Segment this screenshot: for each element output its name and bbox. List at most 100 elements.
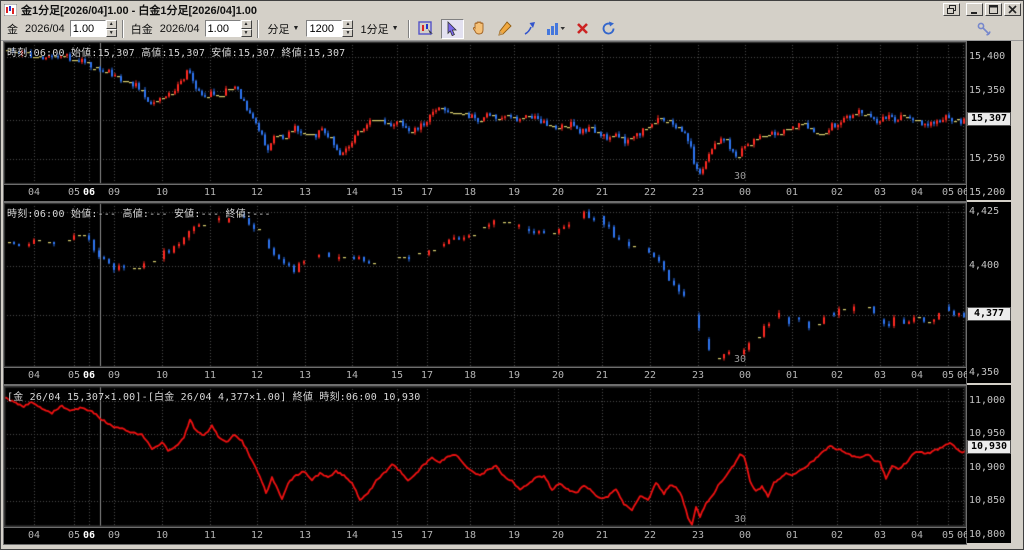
pencil-icon — [497, 21, 512, 36]
current-price-badge: 15,307 — [967, 112, 1011, 127]
time-tick-label: 12 — [251, 370, 264, 381]
price-tick-label: 10,800 — [969, 529, 1006, 541]
delete-object-button[interactable] — [570, 18, 594, 39]
time-tick-label: 10 — [156, 530, 169, 541]
gold-multiplier-stepper: ▲▼ — [69, 20, 117, 37]
interval-dropdown[interactable]: 分足 ▼ — [264, 20, 304, 38]
platinum-multiplier-up[interactable]: ▲ — [240, 20, 252, 29]
time-tick-label: 02 — [831, 370, 844, 381]
time-tick-label: 11 — [204, 530, 217, 541]
gold-contract-month: 2026/04 — [25, 22, 65, 35]
time-tick-label: 04 — [911, 187, 924, 198]
interval-dropdown-label: 分足 — [267, 23, 290, 36]
minimize-button[interactable] — [966, 3, 983, 16]
chevron-down-icon: ▼ — [391, 25, 399, 32]
time-tick-label: 06 — [83, 370, 96, 381]
time-tick-label: 00 — [739, 187, 752, 198]
gold-ohlc-readout: 時刻:06:00 始値:15,307 高値:15,307 安値:15,307 終… — [7, 48, 346, 59]
time-tick-label: 21 — [596, 187, 609, 198]
time-tick-label: 20 — [552, 530, 565, 541]
delete-icon — [576, 23, 588, 34]
draw-tool-button[interactable] — [492, 18, 516, 39]
time-tick-label: 19 — [508, 530, 521, 541]
time-tick-label: 05 — [68, 530, 81, 541]
time-tick-label: 17 — [421, 530, 434, 541]
kline-cursor-tool-button[interactable] — [414, 18, 438, 39]
chart-type-button[interactable] — [544, 18, 568, 39]
time-tick-label: 06 — [83, 530, 96, 541]
price-tick-label: 10,950 — [969, 428, 1006, 440]
time-tick-label: 04 — [911, 370, 924, 381]
price-tick-label: 11,000 — [969, 394, 1006, 406]
time-tick-label: 13 — [299, 370, 312, 381]
gold-multiplier-input[interactable] — [69, 20, 106, 37]
time-tick-label: 20 — [552, 370, 565, 381]
platinum-multiplier-down[interactable]: ▼ — [240, 28, 252, 37]
time-tick-label: 01 — [786, 370, 799, 381]
time-tick-label: 15 — [391, 370, 404, 381]
time-tick-label: 09 — [108, 187, 121, 198]
time-tick-label: 22 — [644, 370, 657, 381]
spread-time-axis: 04 05 06 09 10 11 12 13 14 15 17 18 19 20 21 22 23 00 01 02… — [3, 528, 969, 545]
toolbar-separator — [407, 19, 410, 38]
time-tick-label: 18 — [464, 187, 477, 198]
pan-tool-button[interactable] — [466, 18, 490, 39]
gold-multiplier-up[interactable]: ▲ — [105, 20, 117, 29]
time-tick-label: 02 — [831, 530, 844, 541]
spread-readout: [金 26/04 15,307×1.00]-[白金 26/04 4,377×1.… — [7, 392, 421, 403]
time-tick-label: 23 — [692, 370, 705, 381]
time-tick-label: 10 — [156, 187, 169, 198]
platinum-ohlc-readout: 時刻:06:00 始値:--- 高値:--- 安値:--- 終値:--- — [7, 209, 271, 220]
time-tick-label: 10 — [156, 370, 169, 381]
current-price-badge: 4,377 — [967, 307, 1011, 322]
time-tick-label: 19 — [508, 370, 521, 381]
time-tick-label: 06 — [83, 187, 96, 198]
time-tick-label: 14 — [346, 370, 359, 381]
time-tick-label: 21 — [596, 530, 609, 541]
close-button[interactable] — [1004, 3, 1021, 16]
time-tick-label: 04 — [28, 530, 41, 541]
toolbar-separator — [256, 19, 259, 38]
bar-count-down[interactable]: ▼ — [342, 28, 354, 37]
spread-line-canvas[interactable] — [4, 386, 966, 527]
chart-panel-spread: [金 26/04 15,307×1.00]-[白金 26/04 4,377×1.… — [3, 385, 1011, 545]
platinum-label: 白金 — [130, 23, 153, 36]
gold-candle-canvas[interactable] — [4, 42, 966, 184]
chart-panel-platinum: 時刻:06:00 始値:--- 高値:--- 安値:--- 終値:--- 30 … — [3, 202, 1011, 385]
timeframe-dropdown-label: 1分足 — [360, 23, 389, 36]
bar-count-input[interactable] — [306, 20, 343, 37]
time-tick-label: 17 — [421, 187, 434, 198]
maximize-button[interactable] — [985, 3, 1002, 16]
trading-chart-window: 金1分足[2026/04]1.00 - 白金1分足[2026/04]1.00 金… — [0, 0, 1024, 550]
time-tick-label: 02 — [831, 187, 844, 198]
time-tick-label: 12 — [251, 187, 264, 198]
toolbar: 金 2026/04 ▲▼ 白金 2026/04 ▲▼ 分足 ▼ ▲▼ 1分足 ▼ — [1, 17, 1023, 41]
select-tool-button[interactable] — [440, 18, 464, 39]
hand-icon — [472, 21, 483, 35]
wrench-icon — [977, 22, 991, 36]
time-tick-label: 03 — [874, 187, 887, 198]
settings-tool-button[interactable] — [972, 18, 995, 39]
bar-count-stepper: ▲▼ — [306, 20, 354, 37]
gold-multiplier-down[interactable]: ▼ — [105, 28, 117, 37]
time-tick-label: 03 — [874, 370, 887, 381]
platinum-time-axis: 04 05 06 09 10 11 12 13 14 15 17 18 19 20 21 22 23 00 01 02… — [3, 368, 969, 385]
trendline-tool-button[interactable] — [518, 18, 542, 39]
title-bar: 金1分足[2026/04]1.00 - 白金1分足[2026/04]1.00 — [1, 1, 1023, 17]
timeframe-dropdown[interactable]: 1分足 ▼ — [356, 20, 402, 38]
time-tick-label: 17 — [421, 370, 434, 381]
time-tick-label: 04 — [28, 187, 41, 198]
float-window-button[interactable] — [943, 3, 960, 16]
time-tick-label: 13 — [299, 187, 312, 198]
curve-arrow-icon — [524, 22, 535, 35]
refresh-button[interactable] — [596, 18, 620, 39]
gold-time-axis: 04 05 06 09 10 11 12 13 14 15 17 18 19 20 21 22 23 00 01 02… — [3, 185, 969, 202]
platinum-multiplier-input[interactable] — [204, 20, 241, 37]
price-tick-label: 15,200 — [969, 186, 1006, 198]
time-tick-label: 12 — [251, 530, 264, 541]
time-tick-label: 21 — [596, 370, 609, 381]
platinum-candle-canvas[interactable] — [4, 203, 966, 367]
gold-label: 金 — [7, 23, 18, 36]
price-tick-label: 15,350 — [969, 84, 1006, 96]
bar-count-up[interactable]: ▲ — [342, 20, 354, 29]
